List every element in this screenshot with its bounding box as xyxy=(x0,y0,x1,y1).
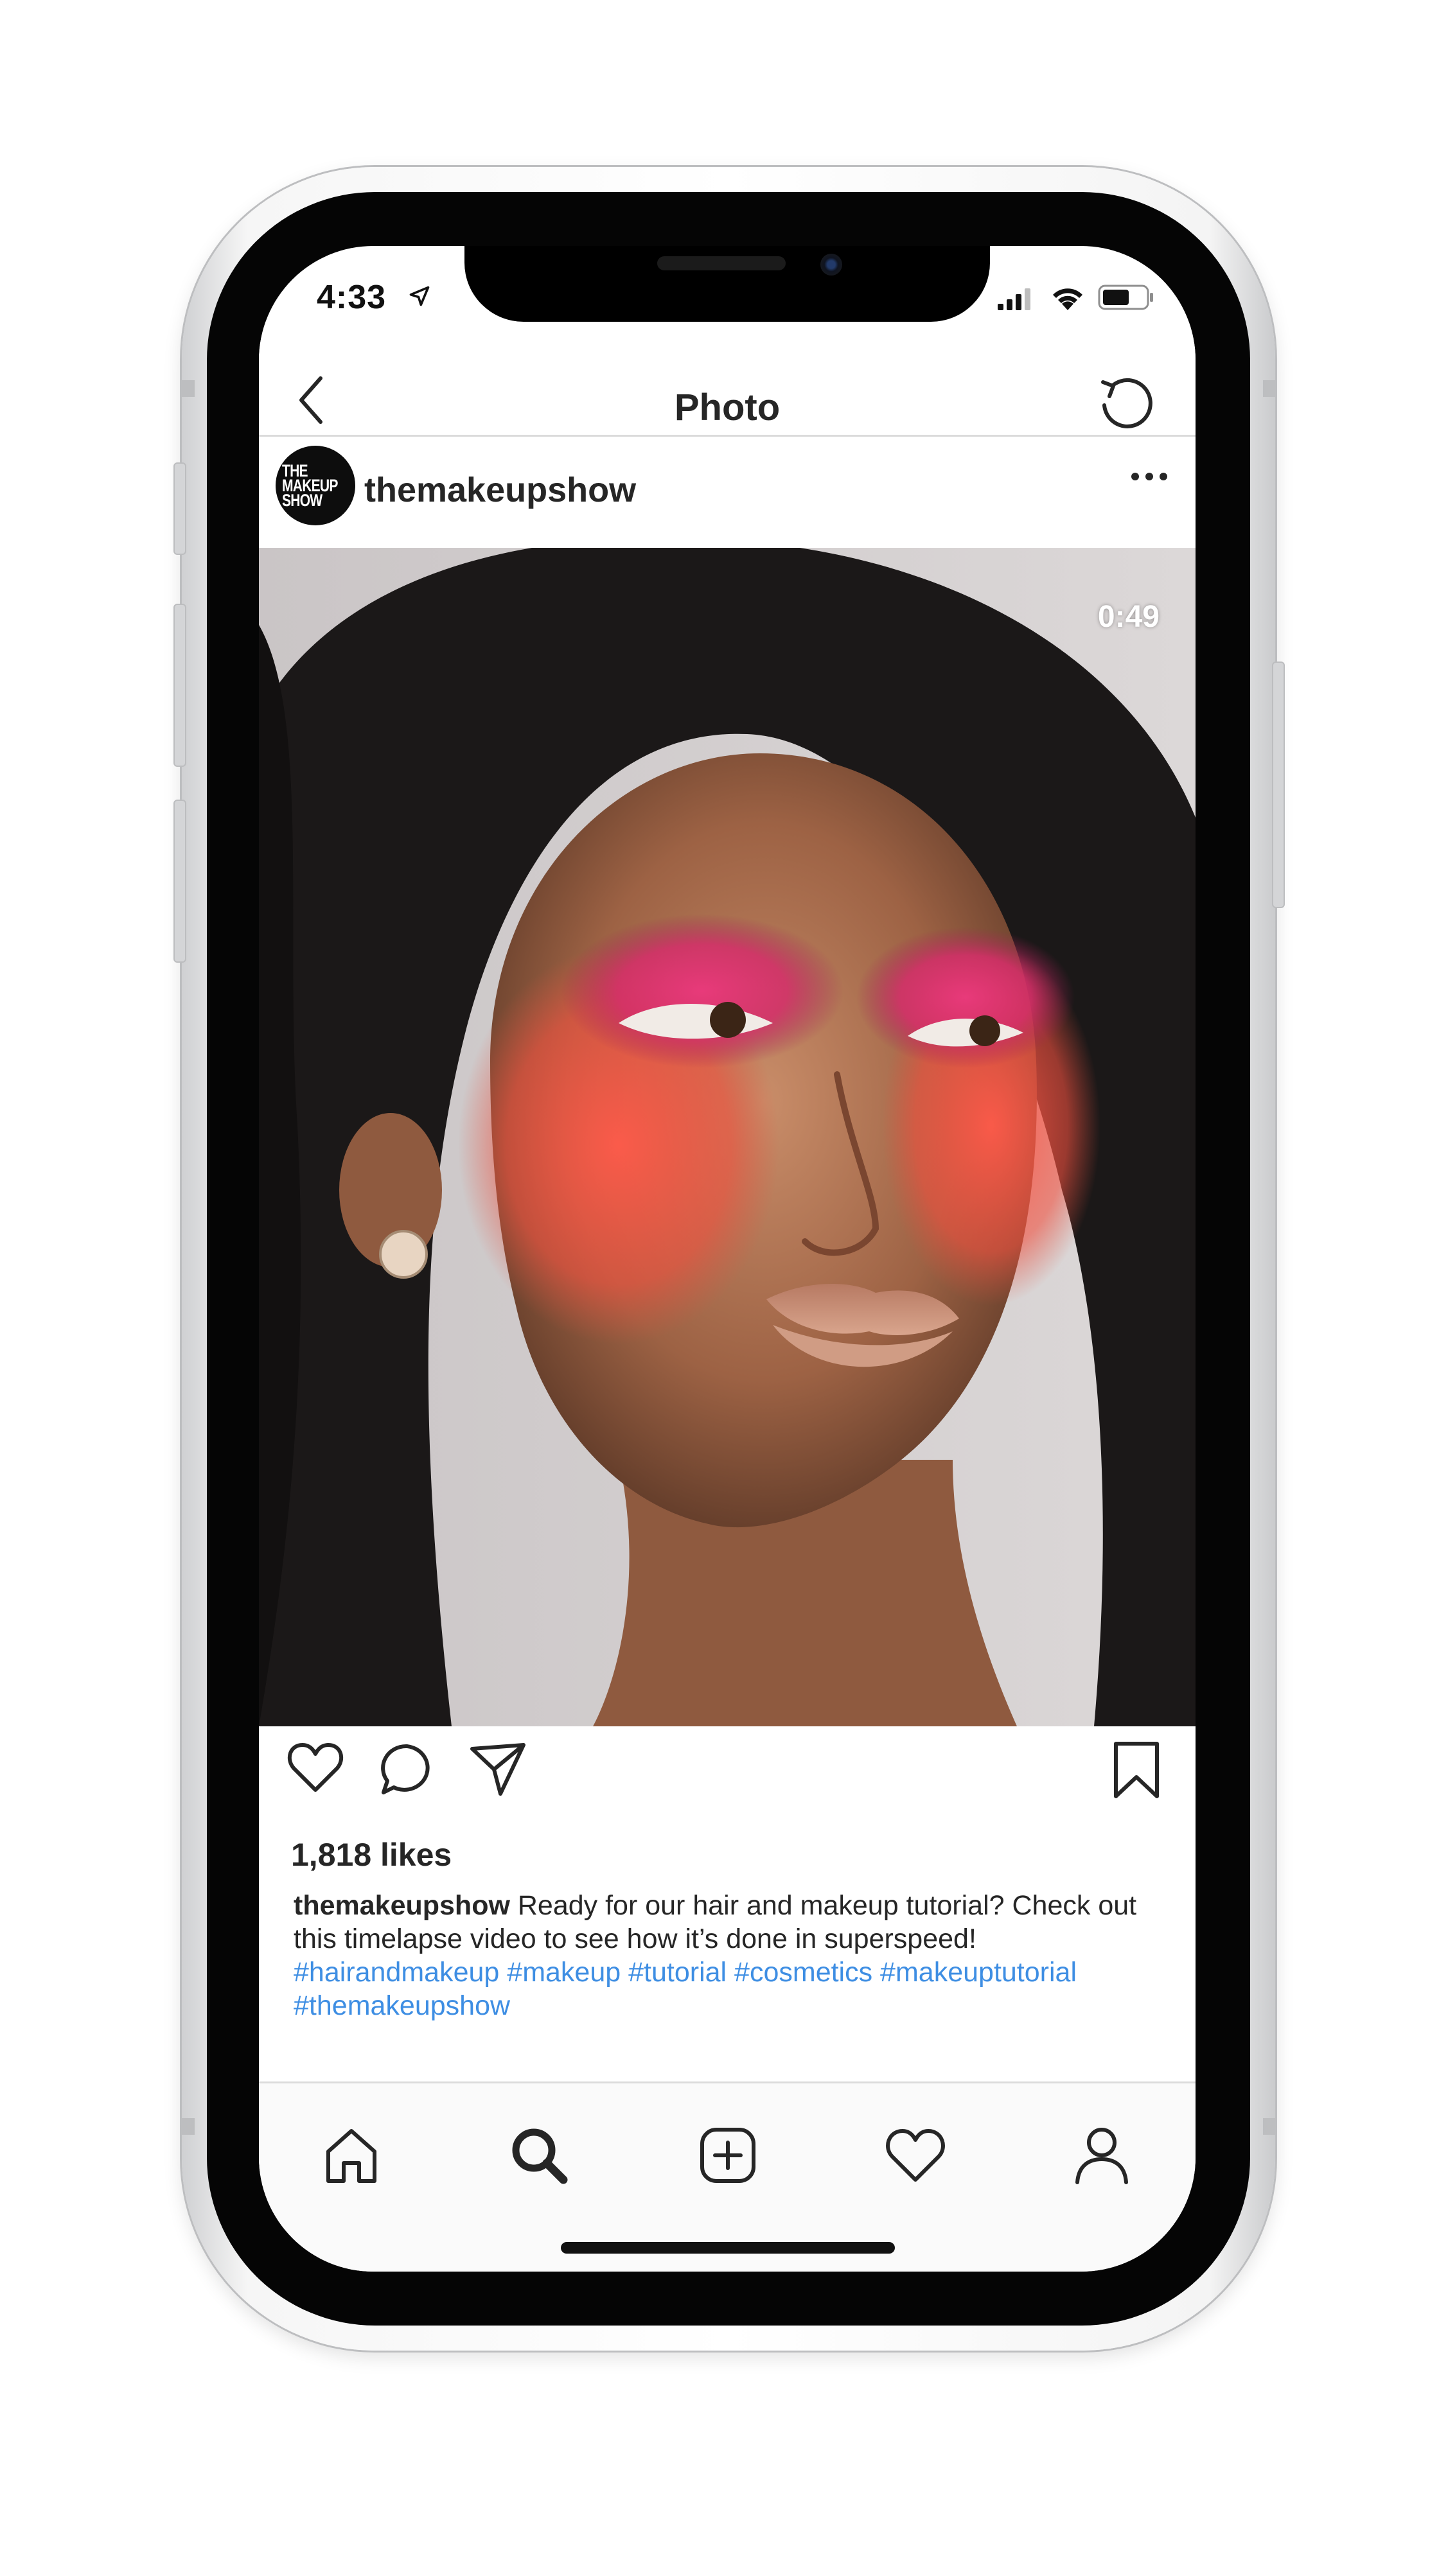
avatar[interactable]: THE MAKEUP SHOW xyxy=(276,446,355,525)
search-icon[interactable] xyxy=(507,2123,571,2187)
front-camera xyxy=(820,254,842,276)
more-icon[interactable] xyxy=(1129,470,1170,483)
notch xyxy=(464,246,990,322)
screen: 4:33 Photo THE MAKEUP SHOW themakeupshow… xyxy=(259,246,1196,2272)
earpiece-speaker xyxy=(657,256,786,270)
home-icon[interactable] xyxy=(319,2123,384,2187)
home-indicator[interactable] xyxy=(561,2242,895,2254)
location-arrow-icon xyxy=(409,286,430,306)
nav-header: Photo xyxy=(259,322,1196,437)
post-username[interactable]: themakeupshow xyxy=(364,470,636,510)
post-header: THE MAKEUP SHOW themakeupshow xyxy=(259,437,1196,539)
refresh-icon[interactable] xyxy=(1094,373,1156,435)
post-actions xyxy=(259,1741,1196,1818)
activity-icon[interactable] xyxy=(883,2123,948,2187)
share-icon[interactable] xyxy=(468,1741,527,1798)
mute-switch xyxy=(173,462,186,555)
page-title: Photo xyxy=(674,387,781,428)
likes-count[interactable]: 1,818 likes xyxy=(291,1836,452,1873)
volume-up-button xyxy=(173,604,186,767)
avatar-logo-text: THE MAKEUP SHOW xyxy=(282,461,338,510)
antenna-band xyxy=(182,2118,195,2135)
status-time: 4:33 xyxy=(317,279,387,316)
caption-hashtags[interactable]: #hairandmakeup #makeup #tutorial #cosmet… xyxy=(294,1957,1077,2021)
battery-icon xyxy=(1098,285,1153,310)
antenna-band xyxy=(1263,2118,1276,2135)
video-duration: 0:49 xyxy=(1097,600,1160,634)
like-icon[interactable] xyxy=(287,1741,344,1794)
volume-down-button xyxy=(173,800,186,963)
add-post-icon[interactable] xyxy=(696,2123,760,2187)
wifi-icon xyxy=(1053,288,1082,310)
comment-icon[interactable] xyxy=(378,1741,435,1798)
power-button xyxy=(1272,662,1285,908)
bookmark-icon[interactable] xyxy=(1111,1741,1162,1800)
post-caption: themakeupshow Ready for our hair and mak… xyxy=(294,1889,1167,2022)
caption-username[interactable]: themakeupshow xyxy=(294,1890,510,1921)
makeup-model-video xyxy=(259,548,1196,1726)
profile-icon[interactable] xyxy=(1070,2123,1134,2187)
antenna-band xyxy=(1263,380,1276,397)
cellular-signal-icon xyxy=(998,288,1030,310)
antenna-band xyxy=(182,380,195,397)
post-media[interactable]: 0:49 xyxy=(259,548,1196,1726)
